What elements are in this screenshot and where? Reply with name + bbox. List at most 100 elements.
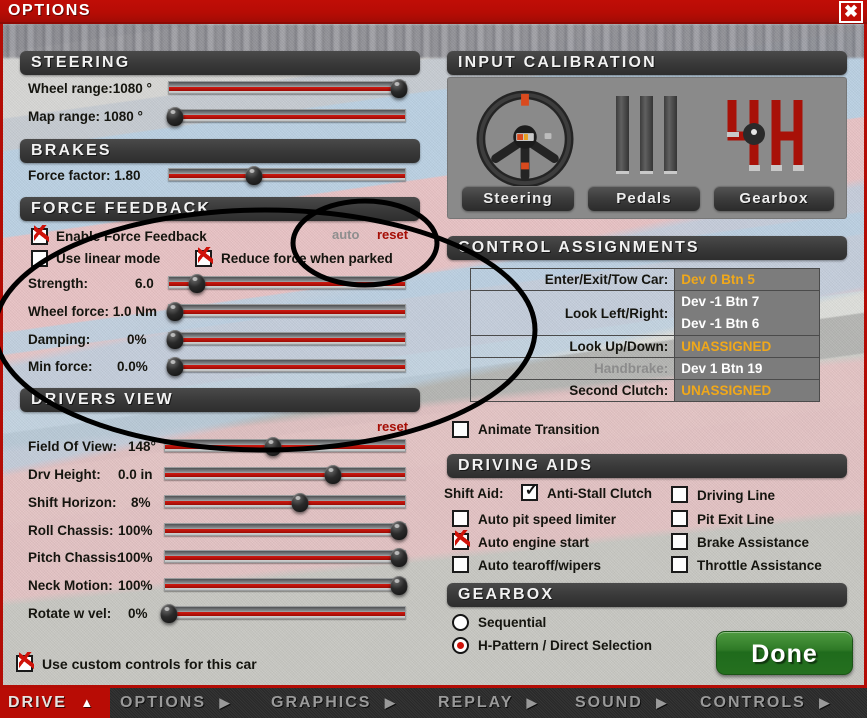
done-button[interactable]: Done <box>716 631 853 675</box>
checkbox-use-custom-controls-label: Use custom controls for this car <box>42 656 257 672</box>
slider-thumb[interactable] <box>324 465 342 484</box>
checkbox-auto-tearoff-wipers[interactable] <box>452 556 469 573</box>
ffb-auto-link[interactable]: auto <box>332 227 359 242</box>
nav-arrow-right-icon: ▶ <box>219 695 232 710</box>
ffb-min-force-value: 0.0% <box>117 359 148 374</box>
gearbox-calibration-button[interactable]: Gearbox <box>714 186 834 211</box>
page-title: OPTIONS <box>8 2 92 19</box>
dv-shift-horizon-slider[interactable] <box>164 493 406 512</box>
checkbox-use-custom-controls[interactable] <box>16 652 34 672</box>
nav-item-graphics[interactable]: GRAPHICS ▶ <box>271 688 397 718</box>
dv-roll-chassis-slider[interactable] <box>164 521 408 540</box>
slider-thumb[interactable] <box>390 521 408 540</box>
slider-fill <box>165 501 405 505</box>
slider-thumb[interactable] <box>166 302 184 321</box>
dv-neck-motion-value: 100% <box>118 578 153 593</box>
slider-thumb[interactable] <box>188 274 206 293</box>
nav-item-options[interactable]: OPTIONS ▶ <box>120 688 231 718</box>
dv-rotate-w-vel-slider[interactable] <box>160 604 406 623</box>
ffb-damping-slider[interactable] <box>166 330 406 349</box>
nav-item-drive[interactable]: DRIVE ▲ <box>0 688 110 718</box>
table-row[interactable]: Look Up/Down: UNASSIGNED <box>469 335 820 358</box>
slider-thumb[interactable] <box>160 604 178 623</box>
slider-thumb[interactable] <box>166 107 184 126</box>
ffb-min-force-label: Min force: <box>28 359 93 374</box>
dv-drv-height-slider[interactable] <box>164 465 406 484</box>
nav-item-drive-label: DRIVE <box>8 694 67 711</box>
assignment-key: Look Up/Down: <box>469 335 676 358</box>
nav-item-sound[interactable]: SOUND ▶ <box>575 688 668 718</box>
dv-field-of-view-slider[interactable] <box>164 437 406 456</box>
pedals-icon <box>616 96 678 180</box>
shift-aid-label: Shift Aid: <box>444 486 504 501</box>
pedals-calibration-button[interactable]: Pedals <box>588 186 700 211</box>
checkbox-auto-pit-speed-limiter[interactable] <box>452 510 469 527</box>
checkbox-auto-tearoff-wipers-label: Auto tearoff/wipers <box>478 558 602 573</box>
ffb-strength-slider[interactable] <box>168 274 406 293</box>
section-header-force-feedback: FORCE FEEDBACK <box>20 197 420 221</box>
ffb-reset-link[interactable]: reset <box>377 227 408 242</box>
dv-rotate-w-vel-label: Rotate w vel: <box>28 606 112 621</box>
nav-arrow-right-icon: ▶ <box>819 695 832 710</box>
brakes-force-factor-label: Force factor: 1.80 <box>28 168 141 183</box>
options-screen: OPTIONS ✖ STEERING Wheel range:1080 ° Ma… <box>0 0 867 718</box>
dv-drv-height-label: Drv Height: <box>28 467 101 482</box>
checkbox-throttle-assistance[interactable] <box>671 556 688 573</box>
checkbox-reduce-force-when-parked[interactable] <box>195 247 213 267</box>
nav-item-controls[interactable]: CONTROLS ▶ <box>700 688 831 718</box>
dv-pitch-chassis-slider[interactable] <box>164 548 408 567</box>
assignment-value-line2: Dev -1 Btn 6 <box>681 316 760 331</box>
nav-arrow-right-icon: ▶ <box>384 695 397 710</box>
nav-item-replay[interactable]: REPLAY ▶ <box>438 688 539 718</box>
nav-arrow-up-icon: ▲ <box>80 695 96 710</box>
slider-fill <box>169 115 405 119</box>
assignment-value[interactable]: UNASSIGNED <box>674 379 820 402</box>
checkbox-auto-pit-speed-limiter-label: Auto pit speed limiter <box>478 512 617 527</box>
slider-fill <box>169 365 405 369</box>
slider-thumb[interactable] <box>291 493 309 512</box>
radio-h-pattern[interactable] <box>452 637 469 654</box>
steering-calibration-button[interactable]: Steering <box>462 186 574 211</box>
checkbox-enable-force-feedback[interactable] <box>31 225 49 245</box>
checkbox-auto-engine-start-label: Auto engine start <box>478 535 590 550</box>
nav-item-replay-label: REPLAY <box>438 694 514 711</box>
slider-thumb[interactable] <box>390 576 408 595</box>
assignment-value[interactable]: Dev -1 Btn 7 Dev -1 Btn 6 <box>674 290 820 336</box>
assignment-value[interactable]: Dev 0 Btn 5 <box>674 268 820 291</box>
assignment-value[interactable]: UNASSIGNED <box>674 335 820 358</box>
table-row[interactable]: Look Left/Right: Dev -1 Btn 7 Dev -1 Btn… <box>469 290 820 336</box>
section-header-control-assignments: CONTROL ASSIGNMENTS <box>447 236 847 260</box>
checkbox-use-linear-mode[interactable] <box>31 250 48 267</box>
checkbox-brake-assistance[interactable] <box>671 533 688 550</box>
section-header-driving-aids: DRIVING AIDS <box>447 454 847 478</box>
dv-pitch-chassis-value: 100% <box>118 550 153 565</box>
slider-thumb[interactable] <box>390 79 408 98</box>
slider-fill <box>169 87 405 91</box>
slider-thumb[interactable] <box>166 330 184 349</box>
close-icon[interactable]: ✖ <box>839 1 863 23</box>
ffb-wheel-force-slider[interactable] <box>166 302 406 321</box>
dv-neck-motion-slider[interactable] <box>164 576 408 595</box>
slider-thumb[interactable] <box>245 166 263 185</box>
radio-sequential[interactable] <box>452 614 469 631</box>
table-row[interactable]: Second Clutch: UNASSIGNED <box>469 379 820 402</box>
ffb-strength-label: Strength: <box>28 276 88 291</box>
ffb-min-force-slider[interactable] <box>166 357 406 376</box>
brakes-force-factor-slider[interactable] <box>168 166 406 185</box>
slider-fill <box>165 473 405 477</box>
checkbox-driving-line[interactable] <box>671 486 688 503</box>
slider-thumb[interactable] <box>264 437 282 456</box>
table-row[interactable]: Handbrake: Dev 1 Btn 19 <box>469 357 820 380</box>
checkbox-pit-exit-line[interactable] <box>671 510 688 527</box>
drivers-view-reset-link[interactable]: reset <box>377 419 408 434</box>
dv-pitch-chassis-label: Pitch Chassis: <box>28 550 122 565</box>
checkbox-animate-transition[interactable] <box>452 421 469 438</box>
steering-map-range-slider[interactable] <box>166 107 406 126</box>
checkbox-anti-stall-clutch[interactable] <box>521 481 539 501</box>
checkbox-auto-engine-start[interactable] <box>452 530 470 550</box>
slider-thumb[interactable] <box>390 548 408 567</box>
table-row[interactable]: Enter/Exit/Tow Car: Dev 0 Btn 5 <box>469 268 820 291</box>
assignment-value[interactable]: Dev 1 Btn 19 <box>674 357 820 380</box>
steering-wheel-range-slider[interactable] <box>168 79 408 98</box>
slider-thumb[interactable] <box>166 357 184 376</box>
